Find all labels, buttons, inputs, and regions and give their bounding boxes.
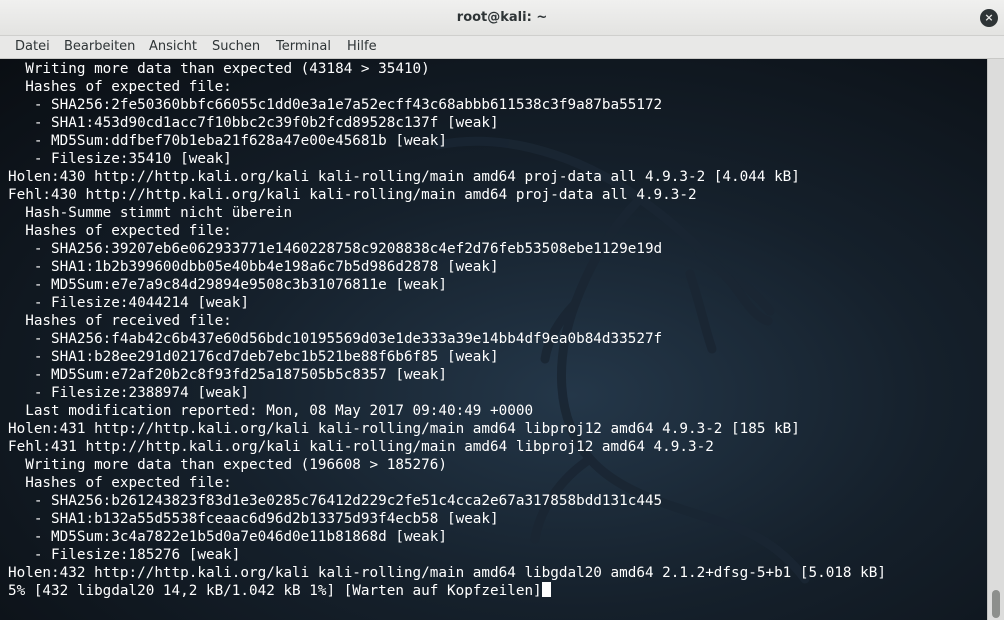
terminal-line-text: - MD5Sum:ddfbef70b1eba21f628a47e00e45681… [8,133,447,149]
terminal-line: - MD5Sum:e7e7a9c84d29894e9508c3b31076811… [8,276,886,294]
terminal-line-text: - Filesize:35410 [weak] [8,151,232,167]
terminal-line: - Filesize:35410 [weak] [8,150,886,168]
terminal-line: Holen:430 http://http.kali.org/kali kali… [8,168,886,186]
menu-hilfe[interactable]: Hilfe [347,39,377,54]
terminal-line-text: - SHA256:b261243823f83d1e3e0285c76412d22… [8,493,663,509]
window-title: root@kali: ~ [456,10,548,25]
terminal-line: Last modification reported: Mon, 08 May … [8,402,886,420]
terminal-line: Hashes of expected file: [8,78,886,96]
terminal-line: - SHA1:1b2b399600dbb05e40bb4e198a6c7b5d9… [8,258,886,276]
menu-datei[interactable]: Datei [15,39,50,54]
terminal-line: Holen:432 http://http.kali.org/kali kali… [8,564,886,582]
terminal-line-text: Hash-Summe stimmt nicht überein [8,205,293,221]
terminal-line-text: - SHA256:39207eb6e062933771e1460228758c9… [8,241,663,257]
terminal-line: Hashes of received file: [8,312,886,330]
terminal-line-text: Fehl:431 http://http.kali.org/kali kali-… [8,439,714,455]
terminal-line: Writing more data than expected (43184 >… [8,60,886,78]
terminal-line-text: - MD5Sum:e72af20b2c8f93fd25a187505b5c835… [8,367,447,383]
terminal-line-text: Holen:430 http://http.kali.org/kali kali… [8,169,800,185]
scrollbar-thumb[interactable] [992,590,1000,618]
title-bar[interactable]: root@kali: ~ × [0,0,1004,36]
terminal-line-text: 5% [432 libgdal20 14,2 kB/1.042 kB 1%] [… [8,583,542,599]
terminal-line: 5% [432 libgdal20 14,2 kB/1.042 kB 1%] [… [8,582,886,600]
terminal-line-text: Last modification reported: Mon, 08 May … [8,403,534,419]
terminal-line-text: - SHA1:b132a55d5538fceaac6d96d2b13375d93… [8,511,499,527]
terminal-line-text: Holen:431 http://http.kali.org/kali kali… [8,421,800,437]
terminal-window: root@kali: ~ × Datei Bearbeiten Ansicht … [0,0,1004,620]
terminal-line-text: - SHA256:f4ab42c6b437e60d56bdc10195569d0… [8,331,663,347]
terminal-area[interactable]: Writing more data than expected (43184 >… [0,59,987,620]
menu-bar: Datei Bearbeiten Ansicht Suchen Terminal… [0,36,1004,59]
terminal-line-text: Hashes of expected file: [8,79,232,95]
terminal-line: Hashes of expected file: [8,222,886,240]
terminal-line-text: - SHA1:1b2b399600dbb05e40bb4e198a6c7b5d9… [8,259,499,275]
terminal-line-text: Hashes of received file: [8,313,232,329]
terminal-line: - MD5Sum:e72af20b2c8f93fd25a187505b5c835… [8,366,886,384]
text-cursor [541,582,551,597]
terminal-line-text: - SHA1:453d90cd1acc7f10bbc2c39f0b2fcd895… [8,115,499,131]
terminal-line: - SHA256:b261243823f83d1e3e0285c76412d22… [8,492,886,510]
terminal-line: Hashes of expected file: [8,474,886,492]
terminal-line: - SHA256:2fe50360bbfc66055c1dd0e3a1e7a52… [8,96,886,114]
menu-bearbeiten[interactable]: Bearbeiten [64,39,135,54]
terminal-line: - SHA1:453d90cd1acc7f10bbc2c39f0b2fcd895… [8,114,886,132]
terminal-line: - SHA256:f4ab42c6b437e60d56bdc10195569d0… [8,330,886,348]
terminal-line-text: - MD5Sum:3c4a7822e1b5d0a7e046d0e11b81868… [8,529,447,545]
terminal-line: - MD5Sum:ddfbef70b1eba21f628a47e00e45681… [8,132,886,150]
terminal-line-text: Holen:432 http://http.kali.org/kali kali… [8,565,886,581]
terminal-line: - SHA1:b132a55d5538fceaac6d96d2b13375d93… [8,510,886,528]
terminal-line-text: - SHA1:b28ee291d02176cd7deb7ebc1b521be88… [8,349,499,365]
terminal-line-text: - SHA256:2fe50360bbfc66055c1dd0e3a1e7a52… [8,97,663,113]
terminal-line-text: - Filesize:2388974 [weak] [8,385,250,401]
terminal-line: Hash-Summe stimmt nicht überein [8,204,886,222]
terminal-line: - Filesize:185276 [weak] [8,546,886,564]
terminal-line: Fehl:430 http://http.kali.org/kali kali-… [8,186,886,204]
terminal-line-text: Hashes of expected file: [8,475,232,491]
terminal-line: - MD5Sum:3c4a7822e1b5d0a7e046d0e11b81868… [8,528,886,546]
terminal-line-text: Fehl:430 http://http.kali.org/kali kali-… [8,187,697,203]
terminal-line-text: - Filesize:4044214 [weak] [8,295,250,311]
terminal-line-text: Hashes of expected file: [8,223,232,239]
menu-terminal[interactable]: Terminal [276,39,331,54]
terminal-line: Holen:431 http://http.kali.org/kali kali… [8,420,886,438]
close-icon[interactable]: × [980,9,998,27]
terminal-line: Fehl:431 http://http.kali.org/kali kali-… [8,438,886,456]
menu-suchen[interactable]: Suchen [212,39,260,54]
scrollbar[interactable] [987,59,1004,620]
terminal-line: - SHA256:39207eb6e062933771e1460228758c9… [8,240,886,258]
terminal-line-text: - Filesize:185276 [weak] [8,547,241,563]
terminal-line: - Filesize:2388974 [weak] [8,384,886,402]
terminal-line: - SHA1:b28ee291d02176cd7deb7ebc1b521be88… [8,348,886,366]
terminal-line: Writing more data than expected (196608 … [8,456,886,474]
terminal-output: Writing more data than expected (43184 >… [8,60,886,600]
terminal-line-text: Writing more data than expected (196608 … [8,457,447,473]
terminal-line-text: Writing more data than expected (43184 >… [8,61,430,77]
terminal-line-text: - MD5Sum:e7e7a9c84d29894e9508c3b31076811… [8,277,447,293]
menu-ansicht[interactable]: Ansicht [149,39,197,54]
terminal-line: - Filesize:4044214 [weak] [8,294,886,312]
